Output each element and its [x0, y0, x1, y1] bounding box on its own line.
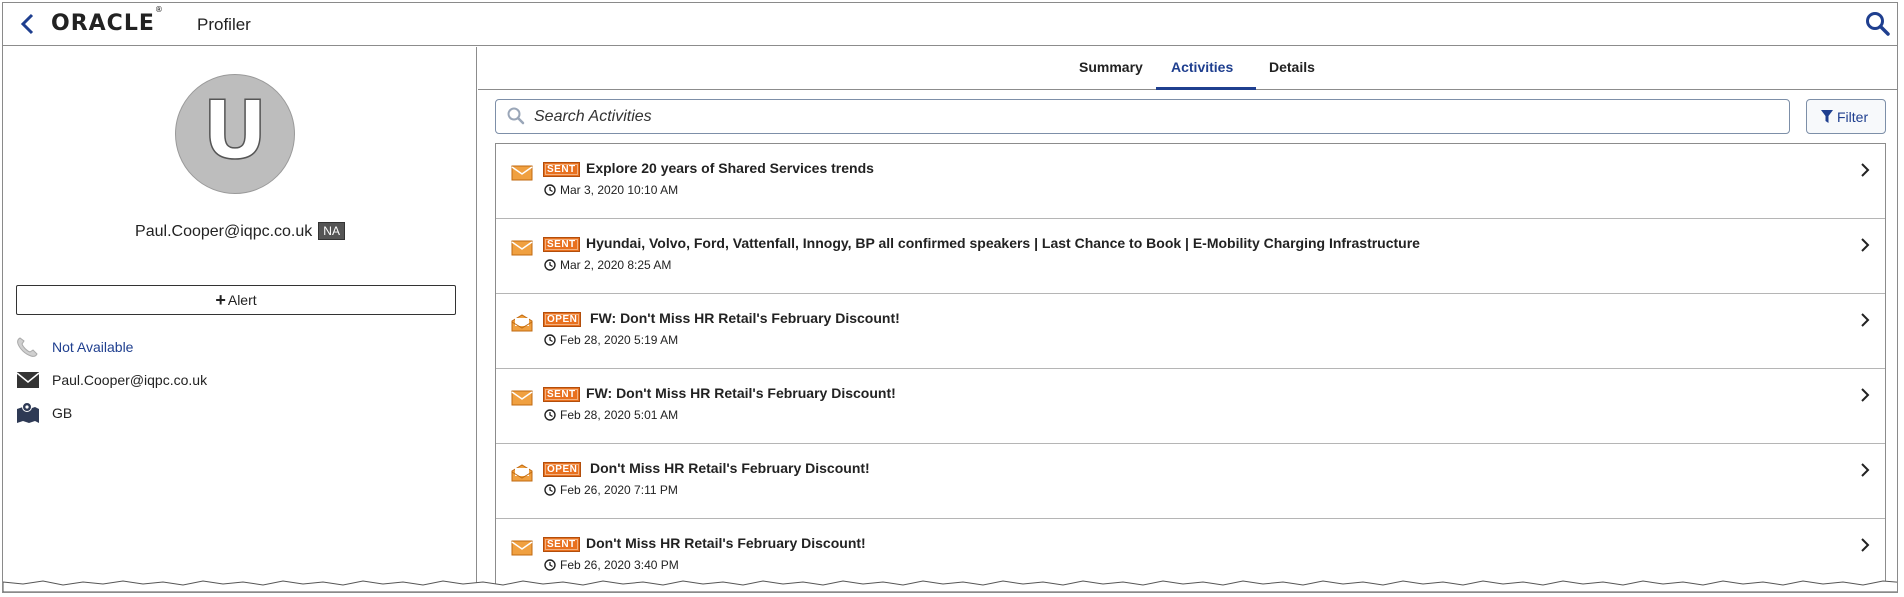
activity-subject: Explore 20 years of Shared Services tren…	[586, 160, 874, 176]
phone-value[interactable]: Not Available	[52, 339, 133, 355]
phone-row: Not Available	[15, 335, 455, 359]
add-alert-button[interactable]: + Alert	[16, 285, 456, 315]
activity-timestamp: Feb 28, 2020 5:01 AM	[560, 408, 679, 422]
app-name: Profiler	[197, 15, 251, 34]
chevron-right-icon[interactable]	[1859, 387, 1871, 403]
avatar: U	[175, 74, 295, 194]
clock-icon	[544, 559, 556, 571]
filter-button[interactable]: Filter	[1806, 99, 1886, 134]
chevron-right-icon[interactable]	[1859, 462, 1871, 478]
tab-summary[interactable]: Summary	[1079, 59, 1143, 75]
clock-icon	[544, 184, 556, 196]
search-activities-field[interactable]	[495, 99, 1790, 134]
search-activities-input[interactable]	[534, 105, 1774, 129]
status-badge: OPEN	[543, 312, 582, 327]
envelope-icon	[16, 372, 40, 388]
activity-row[interactable]: SENT FW: Don't Miss HR Retail's February …	[496, 369, 1885, 444]
tab-details[interactable]: Details	[1269, 59, 1315, 75]
oracle-logo: ORACLE®	[51, 4, 164, 36]
chevron-right-icon[interactable]	[1859, 237, 1871, 253]
filter-label: Filter	[1837, 109, 1869, 125]
email-value: Paul.Cooper@iqpc.co.uk	[52, 372, 208, 388]
activity-timestamp: Feb 28, 2020 5:19 AM	[560, 333, 679, 347]
back-arrow-icon[interactable]	[17, 11, 39, 37]
activity-subject: FW: Don't Miss HR Retail's February Disc…	[586, 385, 896, 401]
phone-icon	[17, 337, 38, 357]
status-badge: SENT	[543, 387, 580, 402]
profile-email: Paul.Cooper@iqpc.co.uk	[135, 223, 313, 240]
closed-envelope-icon	[511, 390, 533, 406]
closed-envelope-icon	[511, 540, 533, 556]
profiler-window: ORACLE® Profiler U Paul.Cooper@iqpc.co.u…	[2, 2, 1898, 593]
status-badge: SENT	[543, 162, 580, 177]
status-badge: SENT	[543, 537, 580, 552]
activity-row[interactable]: OPEN Don't Miss HR Retail's February Disc…	[496, 444, 1885, 519]
activities-panel: Summary Activities Details Filter SENT Ex…	[478, 47, 1897, 592]
activity-subject: Don't Miss HR Retail's February Discount…	[590, 460, 870, 476]
map-location-icon	[17, 402, 39, 423]
activity-subject: FW: Don't Miss HR Retail's February Disc…	[590, 310, 900, 326]
torn-edge	[3, 580, 1897, 592]
location-row: GB	[15, 401, 455, 425]
tab-bar: Summary Activities Details	[478, 47, 1897, 90]
clock-icon	[544, 259, 556, 271]
activity-timestamp: Mar 2, 2020 8:25 AM	[560, 258, 672, 272]
activity-row[interactable]: SENT Explore 20 years of Shared Services …	[496, 144, 1885, 219]
tab-activities[interactable]: Activities	[1171, 59, 1233, 75]
activity-subject: Don't Miss HR Retail's February Discount…	[586, 535, 866, 551]
activity-timestamp: Feb 26, 2020 3:40 PM	[560, 558, 679, 572]
activity-timestamp: Feb 26, 2020 7:11 PM	[560, 483, 678, 497]
clock-icon	[544, 409, 556, 421]
avatar-letter: U	[202, 83, 268, 178]
chevron-right-icon[interactable]	[1859, 537, 1871, 553]
activity-row[interactable]: SENT Hyundai, Volvo, Ford, Vattenfall, In…	[496, 219, 1885, 294]
chevron-right-icon[interactable]	[1859, 312, 1871, 328]
open-envelope-icon	[511, 314, 533, 332]
activity-list: SENT Explore 20 years of Shared Services …	[495, 143, 1886, 592]
status-badge: SENT	[543, 237, 580, 252]
clock-icon	[544, 484, 556, 496]
status-badge: OPEN	[543, 462, 582, 477]
na-badge: NA	[318, 222, 345, 240]
activity-timestamp: Mar 3, 2020 10:10 AM	[560, 183, 679, 197]
active-tab-indicator	[1156, 87, 1256, 90]
country-value: GB	[52, 405, 73, 421]
activity-row[interactable]: OPEN FW: Don't Miss HR Retail's February …	[496, 294, 1885, 369]
app-header: ORACLE® Profiler	[3, 3, 1897, 46]
closed-envelope-icon	[511, 240, 533, 256]
plus-icon: +	[215, 290, 226, 310]
profile-email-row: Paul.Cooper@iqpc.co.uk NA	[3, 222, 477, 241]
alert-button-label: Alert	[227, 292, 257, 308]
filter-icon	[1821, 110, 1833, 123]
activity-subject: Hyundai, Volvo, Ford, Vattenfall, Innogy…	[586, 235, 1420, 251]
search-icon	[507, 107, 525, 125]
email-row: Paul.Cooper@iqpc.co.uk	[15, 368, 455, 392]
open-envelope-icon	[511, 464, 533, 482]
closed-envelope-icon	[511, 165, 533, 181]
clock-icon	[544, 334, 556, 346]
search-icon[interactable]	[1865, 11, 1891, 37]
profile-panel: U Paul.Cooper@iqpc.co.uk NA + Alert Not Av…	[3, 47, 477, 592]
chevron-right-icon[interactable]	[1859, 162, 1871, 178]
